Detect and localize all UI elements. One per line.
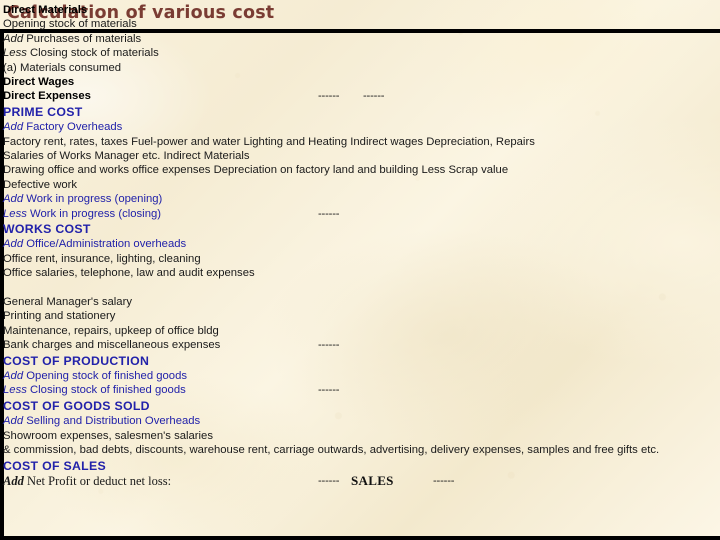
sales-label: SALES [351,473,394,489]
section-heading-cost-of-goods-sold: COST OF GOODS SOLD [3,398,150,413]
add-prefix: Add [3,474,24,489]
list-item: Add Purchases of materials [3,32,142,45]
list-item: Office rent, insurance, lighting, cleani… [3,252,201,265]
amount-dash: ------ [433,475,455,488]
amount-dash: ------ [318,207,340,220]
list-item: Opening stock of materials [3,18,137,31]
add-prefix: Add [3,121,24,134]
less-prefix: Less [3,384,27,397]
list-item: Direct Wages [3,75,75,88]
list-item: Salaries of Works Manager etc. Indirect … [3,150,250,163]
list-item: General Manager's salary [3,296,132,309]
amount-dash: ------ [318,384,340,397]
list-item: Direct Expenses ------ ------ [3,90,385,103]
list-item: Defective work [3,178,78,191]
section-heading-prime-cost: PRIME COST [3,104,83,119]
add-prefix: Add [3,238,24,251]
section-heading-cost-of-production: COST OF PRODUCTION [3,353,150,368]
less-prefix: Less [3,47,27,60]
section-heading-cost-of-sales: COST OF SALES [3,458,106,473]
list-item: Direct Materials [3,4,88,16]
cost-statement-list: Direct Materials Opening stock of materi… [3,3,719,488]
section-heading-works-cost: WORKS COST [3,221,91,236]
amount-dash: ------ [363,90,385,103]
list-item: & commission, bad debts, discounts, ware… [3,444,660,457]
list-item: Add Factory Overheads [3,121,123,134]
list-item: Less Work in progress (closing) ------ [3,207,340,220]
list-item: Less Closing stock of materials [3,47,159,60]
list-item: Drawing office and works office expenses… [3,164,509,177]
list-item: (a) Materials consumed [3,61,122,74]
less-prefix: Less [3,207,27,220]
list-item: Less Closing stock of finished goods ---… [3,384,340,397]
amount-dash: ------ [318,339,340,352]
list-item: Add Opening stock of finished goods [3,370,188,383]
list-item: Maintenance, repairs, upkeep of office b… [3,324,219,337]
slide-canvas: Calculation of various cost Direct Mater… [0,0,720,540]
add-prefix: Add [3,370,24,383]
list-item: Add Net Profit or deduct net loss: -----… [3,473,455,489]
amount-dash: ------ [318,475,340,488]
add-prefix: Add [3,415,24,428]
list-item: Office salaries, telephone, law and audi… [3,267,255,280]
list-item: Printing and stationery [3,310,116,323]
add-prefix: Add [3,32,24,45]
add-prefix: Add [3,193,24,206]
amount-dash: ------ [318,90,340,103]
list-item: Showroom expenses, salesmen's salaries [3,429,213,442]
list-item: Factory rent, rates, taxes Fuel-power an… [3,135,535,148]
list-item: Bank charges and miscellaneous expenses … [3,339,340,352]
list-item: Add Selling and Distribution Overheads [3,415,201,428]
list-item: Add Office/Administration overheads [3,238,187,251]
list-item: Add Work in progress (opening) [3,193,163,206]
